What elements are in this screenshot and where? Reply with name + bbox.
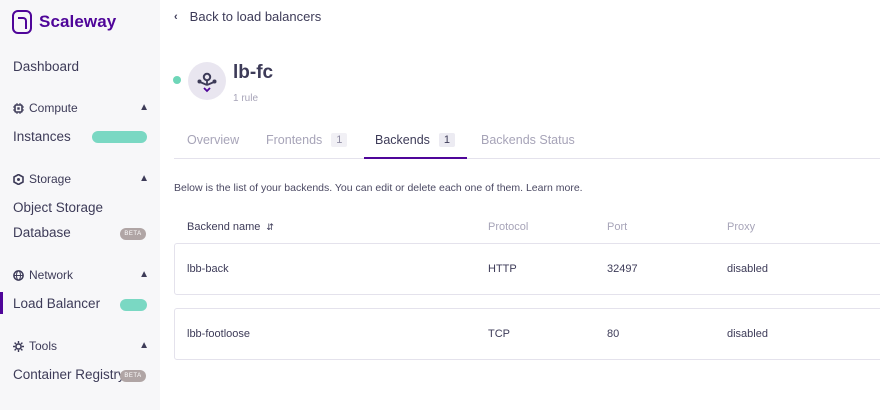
chevron-up-icon: ▲ — [139, 102, 149, 113]
status-badge — [120, 299, 147, 311]
cell-port: 80 — [607, 328, 620, 340]
page-title: lb-fc — [233, 62, 274, 83]
tab-count: 1 — [331, 133, 348, 147]
table-row[interactable]: lbb-footloose TCP 80 disabled — [174, 308, 880, 360]
cell-backend-name: lbb-footloose — [187, 328, 250, 340]
sidebar-section-storage[interactable]: Storage ▲ — [13, 172, 149, 186]
scaleway-logo[interactable]: Scaleway — [12, 10, 116, 34]
column-header-proxy: Proxy — [727, 221, 756, 233]
active-indicator — [0, 292, 3, 314]
sidebar-section-compute[interactable]: Compute ▲ — [13, 101, 149, 115]
sidebar-section-label: Storage — [29, 172, 72, 186]
cell-backend-name: lbb-back — [187, 263, 229, 275]
chevron-up-icon: ▲ — [139, 269, 149, 280]
sidebar-section-label: Compute — [29, 101, 78, 115]
scaleway-logo-icon — [12, 10, 32, 34]
chevron-up-icon: ▲ — [139, 340, 149, 351]
tab-count: 1 — [438, 133, 456, 147]
tab-label: Backends Status — [481, 133, 575, 147]
sidebar: Scaleway Dashboard Compute ▲ Instances S… — [0, 0, 160, 410]
sidebar-item-load-balancer[interactable]: Load Balancer — [13, 296, 100, 311]
cell-proxy: disabled — [727, 328, 768, 340]
column-header-backend-name[interactable]: Backend name ⇵ — [187, 221, 274, 233]
column-label: Backend name — [187, 221, 261, 233]
load-balancer-icon — [188, 62, 226, 100]
back-label: Back to load balancers — [189, 9, 322, 24]
cell-protocol: TCP — [488, 328, 510, 340]
table-row[interactable]: lbb-back HTTP 32497 disabled — [174, 243, 880, 295]
intro-text: Below is the list of your backends. You … — [174, 182, 583, 194]
sidebar-section-label: Tools — [29, 339, 58, 353]
status-badge — [92, 131, 147, 143]
active-tab-underline — [364, 157, 467, 159]
sidebar-item-container-registry[interactable]: Container Registry — [13, 367, 125, 382]
chevron-up-icon: ▲ — [139, 173, 149, 184]
cell-protocol: HTTP — [488, 263, 517, 275]
sidebar-section-tools[interactable]: Tools ▲ — [13, 339, 149, 353]
chip-icon — [13, 102, 24, 114]
brand-name: Scaleway — [39, 12, 117, 31]
globe-icon — [13, 269, 24, 281]
back-link[interactable]: ‹ Back to load balancers — [174, 9, 321, 24]
sort-icon[interactable]: ⇵ — [266, 222, 274, 232]
beta-badge: BETA — [120, 228, 146, 240]
column-header-port: Port — [607, 221, 628, 233]
sidebar-item-dashboard[interactable]: Dashboard — [13, 59, 79, 74]
beta-badge: BETA — [120, 370, 146, 382]
page-subtitle: 1 rule — [233, 93, 259, 104]
tab-backends-status[interactable]: Backends Status — [481, 133, 575, 147]
tab-label: Backends — [375, 133, 430, 147]
sidebar-item-database[interactable]: Database — [13, 225, 71, 240]
sidebar-item-instances[interactable]: Instances — [13, 129, 71, 144]
tab-bar: Overview Frontends 1 Backends 1 Backends… — [174, 124, 880, 159]
tab-label: Frontends — [266, 133, 323, 147]
cell-proxy: disabled — [727, 263, 768, 275]
hexagon-icon — [13, 173, 24, 185]
column-header-protocol: Protocol — [488, 221, 529, 233]
sidebar-section-label: Network — [29, 268, 74, 282]
cell-port: 32497 — [607, 263, 638, 275]
tab-label: Overview — [187, 133, 240, 147]
tab-overview[interactable]: Overview — [187, 133, 239, 147]
gear-icon — [13, 340, 24, 352]
chevron-left-icon: ‹ — [174, 10, 178, 23]
tab-frontends[interactable]: Frontends 1 — [266, 133, 348, 147]
status-dot — [173, 76, 181, 84]
tab-backends[interactable]: Backends 1 — [375, 133, 456, 147]
sidebar-section-network[interactable]: Network ▲ — [13, 268, 149, 282]
sidebar-item-object-storage[interactable]: Object Storage — [13, 200, 103, 215]
